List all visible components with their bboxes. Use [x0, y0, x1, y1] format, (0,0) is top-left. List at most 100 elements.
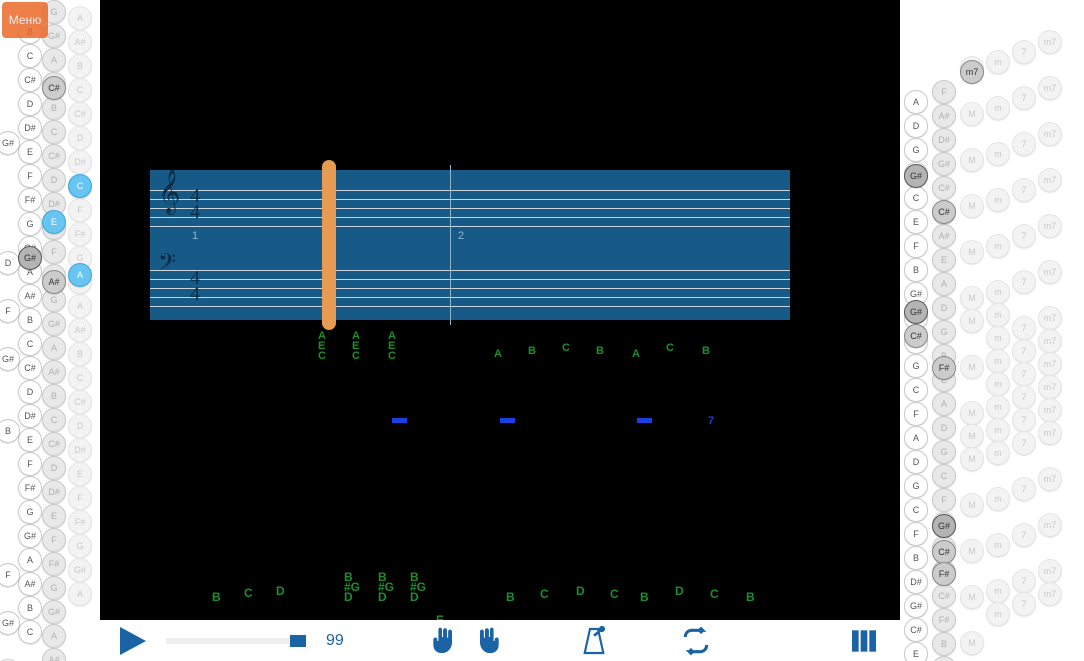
accordion-button[interactable]: F#: [42, 552, 66, 576]
accordion-button[interactable]: B: [18, 596, 42, 620]
accordion-button[interactable]: M: [960, 309, 984, 333]
accordion-button[interactable]: C#: [932, 200, 956, 224]
accordion-button[interactable]: C#: [932, 584, 956, 608]
accordion-button[interactable]: A#: [42, 360, 66, 384]
metronome-toggle[interactable]: [578, 625, 610, 657]
accordion-button[interactable]: F: [932, 488, 956, 512]
accordion-button[interactable]: C: [42, 408, 66, 432]
accordion-button[interactable]: A: [42, 624, 66, 648]
accordion-button[interactable]: M: [960, 493, 984, 517]
accordion-button[interactable]: F#: [68, 222, 92, 246]
accordion-button[interactable]: 7: [1012, 408, 1036, 432]
accordion-button[interactable]: G: [42, 576, 66, 600]
accordion-button[interactable]: m7: [1038, 30, 1062, 54]
accordion-button[interactable]: C: [904, 378, 928, 402]
accordion-button[interactable]: m7: [1038, 168, 1062, 192]
accordion-button[interactable]: m: [986, 372, 1010, 396]
accordion-button[interactable]: C#: [932, 540, 956, 564]
accordion-button[interactable]: D: [904, 450, 928, 474]
accordion-button[interactable]: D: [0, 251, 20, 275]
play-button[interactable]: [120, 627, 146, 655]
accordion-button[interactable]: D: [932, 416, 956, 440]
accordion-button[interactable]: D#: [932, 128, 956, 152]
accordion-button[interactable]: G#: [932, 514, 956, 538]
accordion-button[interactable]: C#: [68, 390, 92, 414]
accordion-button[interactable]: G: [18, 500, 42, 524]
accordion-button[interactable]: m7: [1038, 329, 1062, 353]
accordion-button[interactable]: 7: [1012, 132, 1036, 156]
accordion-button[interactable]: m: [986, 280, 1010, 304]
accordion-button[interactable]: C#: [932, 176, 956, 200]
accordion-button[interactable]: B: [68, 342, 92, 366]
accordion-button[interactable]: B: [904, 546, 928, 570]
accordion-button[interactable]: G#: [42, 312, 66, 336]
accordion-button[interactable]: B: [18, 308, 42, 332]
accordion-button[interactable]: M: [960, 194, 984, 218]
accordion-button[interactable]: C: [68, 366, 92, 390]
accordion-button[interactable]: m7: [1038, 467, 1062, 491]
accordion-button[interactable]: F: [904, 402, 928, 426]
accordion-button[interactable]: M: [960, 424, 984, 448]
accordion-button[interactable]: M: [960, 585, 984, 609]
accordion-button[interactable]: A#: [42, 270, 66, 294]
menu-button[interactable]: Меню: [2, 2, 48, 38]
score-area[interactable]: 𝄞 𝄢 44 44 1 2 AECAECAECABCBACB7BCDB#GDB#…: [100, 0, 900, 620]
accordion-button[interactable]: F: [68, 486, 92, 510]
accordion-button[interactable]: E: [932, 656, 956, 661]
accordion-button[interactable]: m: [986, 602, 1010, 626]
accordion-button[interactable]: m7: [1038, 375, 1062, 399]
accordion-button[interactable]: C: [68, 174, 92, 198]
accordion-button[interactable]: G: [904, 474, 928, 498]
accordion-button[interactable]: 7: [1012, 569, 1036, 593]
accordion-button[interactable]: m: [986, 96, 1010, 120]
accordion-button[interactable]: m: [986, 418, 1010, 442]
accordion-button[interactable]: G#: [18, 524, 42, 548]
accordion-button[interactable]: F: [18, 452, 42, 476]
accordion-button[interactable]: A#: [42, 648, 66, 661]
accordion-button[interactable]: A: [68, 294, 92, 318]
accordion-button[interactable]: 7: [1012, 178, 1036, 202]
accordion-button[interactable]: 7: [1012, 316, 1036, 340]
accordion-button[interactable]: D#: [18, 404, 42, 428]
accordion-button[interactable]: G#: [68, 558, 92, 582]
accordion-button[interactable]: m7: [1038, 76, 1062, 100]
accordion-button[interactable]: m: [986, 579, 1010, 603]
accordion-button[interactable]: m7: [1038, 122, 1062, 146]
accordion-button[interactable]: G: [904, 138, 928, 162]
accordion-button[interactable]: M: [960, 401, 984, 425]
accordion-button[interactable]: 7: [1012, 40, 1036, 64]
accordion-button[interactable]: F: [904, 234, 928, 258]
accordion-button[interactable]: m7: [1038, 352, 1062, 376]
accordion-button[interactable]: F#: [932, 356, 956, 380]
accordion-button[interactable]: m7: [960, 60, 984, 84]
accordion-button[interactable]: M: [960, 102, 984, 126]
accordion-button[interactable]: E: [904, 642, 928, 661]
accordion-button[interactable]: m: [986, 234, 1010, 258]
view-mode-button[interactable]: [848, 625, 880, 657]
accordion-button[interactable]: D: [18, 380, 42, 404]
accordion-button[interactable]: A#: [18, 572, 42, 596]
accordion-button[interactable]: B: [0, 419, 20, 443]
accordion-button[interactable]: G#: [18, 246, 42, 270]
accordion-button[interactable]: C: [932, 464, 956, 488]
accordion-button[interactable]: G#: [42, 600, 66, 624]
accordion-button[interactable]: A#: [68, 318, 92, 342]
accordion-button[interactable]: A: [42, 336, 66, 360]
accordion-button[interactable]: A: [68, 263, 92, 287]
accordion-button[interactable]: E: [18, 140, 42, 164]
accordion-button[interactable]: D: [68, 414, 92, 438]
tempo-slider[interactable]: [166, 638, 306, 644]
accordion-button[interactable]: E: [42, 504, 66, 528]
accordion-button[interactable]: A#: [68, 30, 92, 54]
accordion-button[interactable]: M: [960, 286, 984, 310]
accordion-button[interactable]: C#: [904, 324, 928, 348]
accordion-button[interactable]: C#: [42, 76, 66, 100]
accordion-button[interactable]: A#: [18, 284, 42, 308]
accordion-button[interactable]: G: [904, 354, 928, 378]
accordion-button[interactable]: C: [904, 186, 928, 210]
accordion-button[interactable]: 7: [1012, 86, 1036, 110]
accordion-button[interactable]: F#: [18, 188, 42, 212]
accordion-button[interactable]: m7: [1038, 559, 1062, 583]
accordion-button[interactable]: D: [42, 168, 66, 192]
accordion-button[interactable]: m: [986, 303, 1010, 327]
